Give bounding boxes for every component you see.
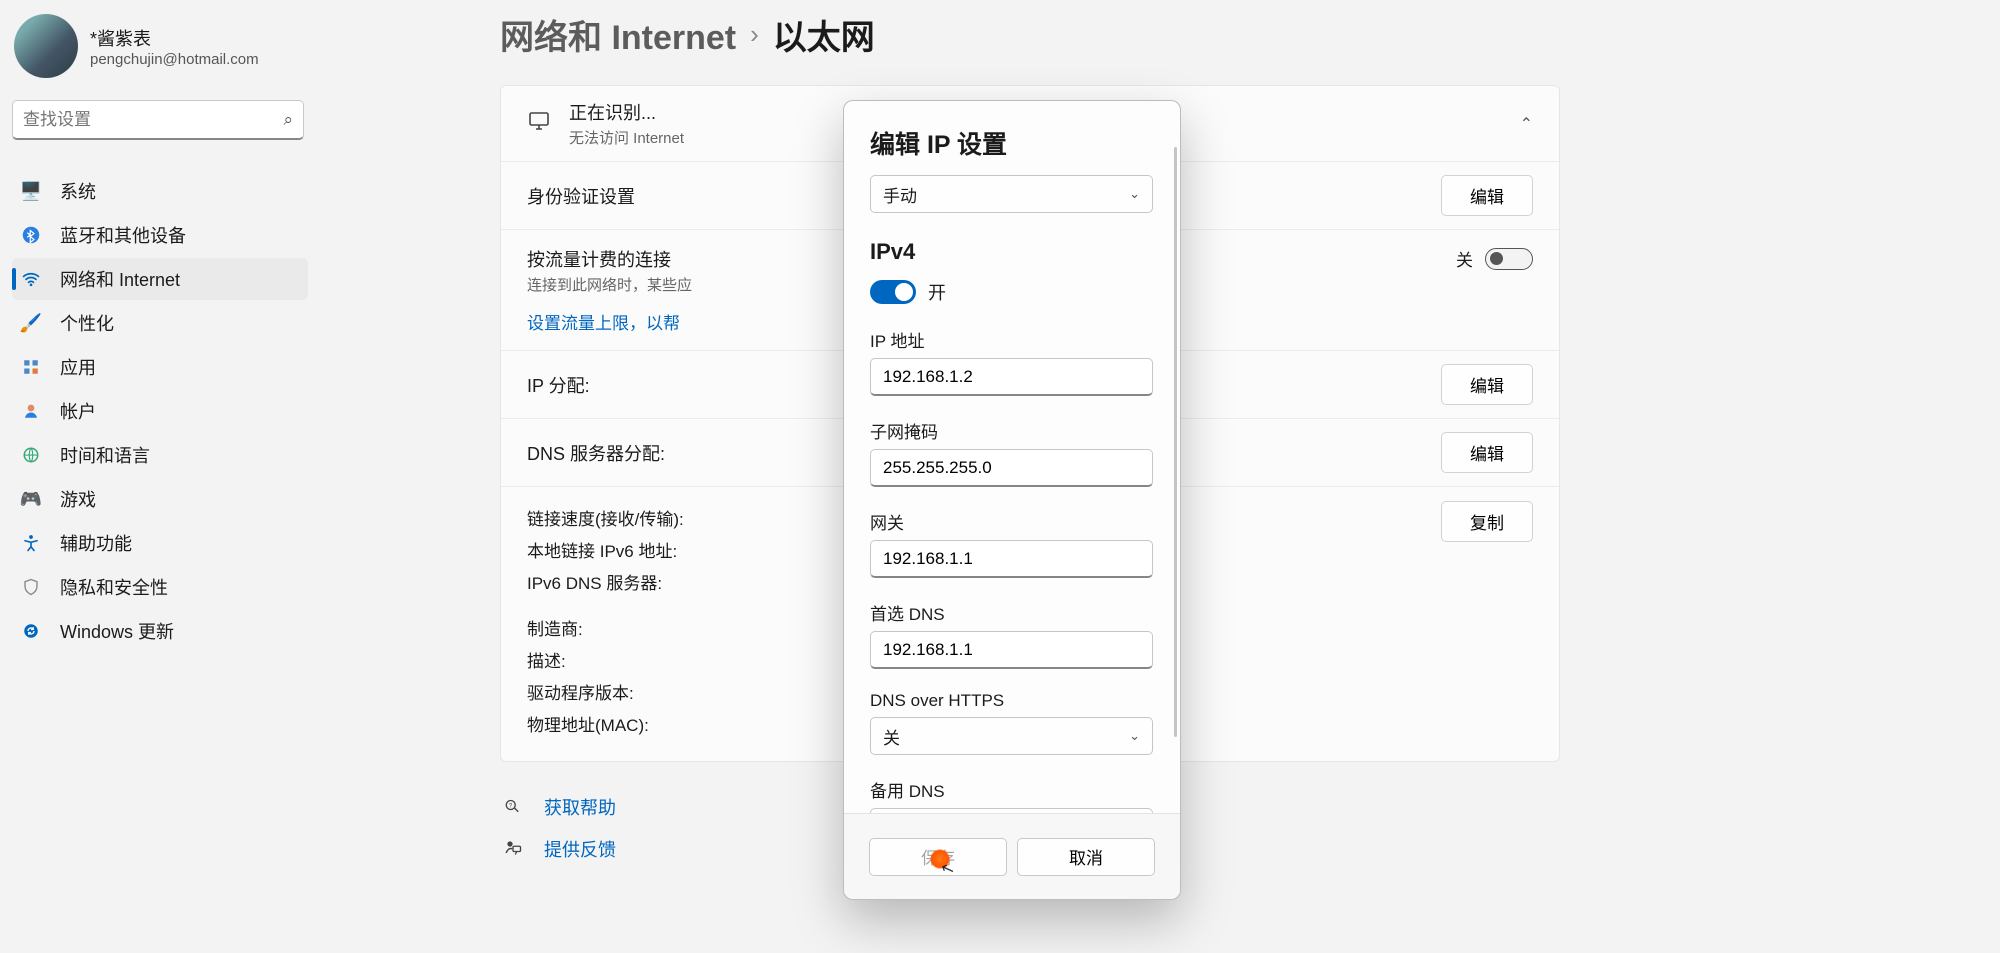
save-button[interactable]: 保存 ↖ — [869, 838, 1007, 876]
metered-toggle[interactable] — [1485, 248, 1533, 270]
accessibility-icon — [20, 532, 42, 554]
breadcrumb: 网络和 Internet › 以太网 — [500, 0, 1960, 59]
gamepad-icon: 🎮 — [20, 488, 42, 510]
nav-bluetooth[interactable]: 蓝牙和其他设备 — [12, 214, 308, 256]
field-label: 首选 DNS — [870, 600, 1158, 625]
nav-label: 帐户 — [60, 398, 96, 424]
ip-mode-select[interactable]: 手动 ⌄ — [870, 175, 1153, 213]
dialog-title: 编辑 IP 设置 — [870, 125, 1158, 161]
helper-links: ? 获取帮助 提供反馈 — [500, 786, 1960, 870]
gateway-input[interactable] — [870, 540, 1153, 578]
search-box[interactable]: ⌕ — [12, 100, 304, 140]
breadcrumb-current: 以太网 — [773, 10, 875, 59]
nav-time-language[interactable]: 时间和语言 — [12, 434, 308, 476]
edit-ip-dialog: 编辑 IP 设置 手动 ⌄ IPv4 开 IP 地址 子网掩码 网关 首选 DN… — [843, 100, 1181, 900]
user-block[interactable]: *酱紫表 pengchujin@hotmail.com — [12, 10, 308, 96]
ipv4-toggle[interactable] — [870, 280, 916, 304]
nav-label: 蓝牙和其他设备 — [60, 222, 186, 248]
field-label: DNS over HTTPS — [870, 691, 1158, 711]
field-label: 子网掩码 — [870, 418, 1158, 443]
ipv4-heading: IPv4 — [870, 239, 1158, 265]
info-label: IPv6 DNS 服务器: — [527, 569, 662, 594]
wifi-icon — [20, 268, 42, 290]
brush-icon: 🖌️ — [20, 312, 42, 334]
nav-accessibility[interactable]: 辅助功能 — [12, 522, 308, 564]
feedback-link[interactable]: 提供反馈 — [504, 828, 1960, 870]
breadcrumb-parent[interactable]: 网络和 Internet — [500, 10, 736, 59]
scrollbar[interactable] — [1174, 147, 1177, 737]
nav-network[interactable]: 网络和 Internet — [12, 258, 308, 300]
edit-button[interactable]: 编辑 — [1441, 364, 1533, 405]
chevron-right-icon: › — [750, 19, 759, 50]
alternate-dns-input[interactable] — [870, 808, 1153, 813]
ip-address-input[interactable] — [870, 358, 1153, 396]
nav-label: Windows 更新 — [60, 618, 174, 644]
update-icon — [20, 620, 42, 642]
person-icon — [20, 400, 42, 422]
nav-label: 隐私和安全性 — [60, 574, 168, 600]
nav-label: 辅助功能 — [60, 530, 132, 556]
info-label: 本地链接 IPv6 地址: — [527, 537, 677, 562]
nav-list: 🖥️ 系统 蓝牙和其他设备 网络和 Internet 🖌️ 个性化 — [12, 170, 308, 652]
bluetooth-icon — [20, 224, 42, 246]
shield-icon — [20, 576, 42, 598]
nav-label: 应用 — [60, 354, 96, 380]
feedback-label: 提供反馈 — [544, 836, 616, 862]
info-label: 制造商: — [527, 615, 583, 640]
dns-over-https-select[interactable]: 关 ⌄ — [870, 717, 1153, 755]
nav-gaming[interactable]: 🎮 游戏 — [12, 478, 308, 520]
avatar — [14, 14, 78, 78]
chevron-down-icon: ⌄ — [1129, 728, 1140, 744]
monitor-icon: 🖥️ — [20, 180, 42, 202]
globe-clock-icon — [20, 444, 42, 466]
nav-windows-update[interactable]: Windows 更新 — [12, 610, 308, 652]
chevron-up-icon[interactable]: ⌃ — [1520, 114, 1533, 134]
info-label: 链接速度(接收/传输): — [527, 505, 684, 530]
search-input[interactable] — [23, 110, 283, 130]
subnet-mask-input[interactable] — [870, 449, 1153, 487]
preferred-dns-input[interactable] — [870, 631, 1153, 669]
field-label: IP 地址 — [870, 327, 1158, 352]
nav-label: 时间和语言 — [60, 442, 150, 468]
user-name: *酱紫表 — [90, 25, 259, 51]
field-label: 网关 — [870, 509, 1158, 534]
nav-label: 个性化 — [60, 310, 114, 336]
chevron-down-icon: ⌄ — [1129, 186, 1140, 202]
info-label: 物理地址(MAC): — [527, 711, 649, 736]
toggle-label: 关 — [1456, 246, 1473, 271]
nav-label: 系统 — [60, 178, 96, 204]
nav-accounts[interactable]: 帐户 — [12, 390, 308, 432]
sidebar: *酱紫表 pengchujin@hotmail.com ⌕ 🖥️ 系统 蓝牙和其… — [0, 0, 320, 953]
nav-apps[interactable]: 应用 — [12, 346, 308, 388]
cancel-button[interactable]: 取消 — [1017, 838, 1155, 876]
nav-personalization[interactable]: 🖌️ 个性化 — [12, 302, 308, 344]
nav-label: 网络和 Internet — [60, 266, 180, 292]
help-icon: ? — [504, 796, 524, 819]
user-email: pengchujin@hotmail.com — [90, 51, 259, 68]
nav-privacy[interactable]: 隐私和安全性 — [12, 566, 308, 608]
info-label: 驱动程序版本: — [527, 679, 634, 704]
edit-button[interactable]: 编辑 — [1441, 432, 1533, 473]
help-label: 获取帮助 — [544, 794, 616, 820]
edit-button[interactable]: 编辑 — [1441, 175, 1533, 216]
search-icon: ⌕ — [283, 110, 293, 130]
select-value: 关 — [883, 724, 900, 749]
dialog-footer: 保存 ↖ 取消 — [844, 813, 1180, 899]
svg-text:?: ? — [509, 803, 513, 809]
feedback-icon — [504, 838, 524, 861]
monitor-icon — [527, 109, 555, 139]
nav-label: 游戏 — [60, 486, 96, 512]
help-link[interactable]: ? 获取帮助 — [504, 786, 1960, 828]
info-label: 描述: — [527, 647, 566, 672]
nav-system[interactable]: 🖥️ 系统 — [12, 170, 308, 212]
apps-icon — [20, 356, 42, 378]
select-value: 手动 — [883, 182, 917, 207]
toggle-label: 开 — [928, 279, 946, 305]
field-label: 备用 DNS — [870, 777, 1158, 802]
copy-button[interactable]: 复制 — [1441, 501, 1533, 542]
